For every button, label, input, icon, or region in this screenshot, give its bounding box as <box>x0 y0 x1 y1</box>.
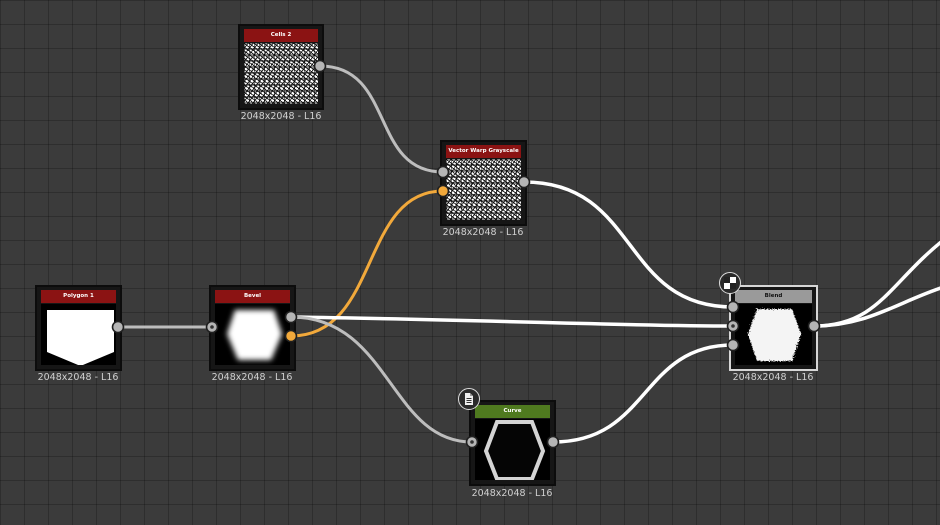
output-port[interactable] <box>546 435 560 449</box>
output-port-normal[interactable] <box>284 329 298 343</box>
input-port-vector[interactable] <box>436 184 450 198</box>
input-port[interactable] <box>436 165 450 179</box>
input-port-foreground[interactable] <box>726 300 740 314</box>
output-port[interactable] <box>517 175 531 189</box>
output-port[interactable] <box>313 59 327 73</box>
output-port[interactable] <box>807 319 821 333</box>
input-port-opacity[interactable] <box>726 338 740 352</box>
ports-layer <box>111 59 821 449</box>
output-port[interactable] <box>111 320 125 334</box>
output-port[interactable] <box>284 310 298 324</box>
